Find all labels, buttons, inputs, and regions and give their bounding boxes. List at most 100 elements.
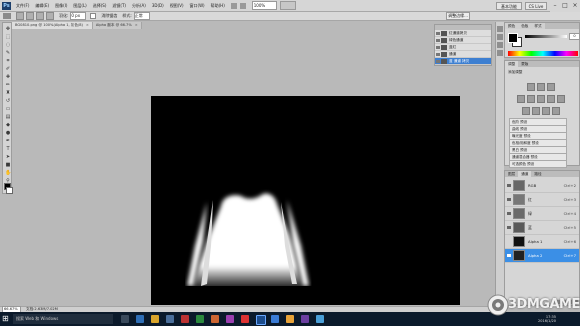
menu-select[interactable]: 选择(S) xyxy=(90,3,110,9)
visibility-eye-icon[interactable] xyxy=(507,240,511,243)
document-canvas[interactable] xyxy=(151,96,460,305)
edge-browser-icon[interactable] xyxy=(136,315,144,323)
tab-document-1[interactable]: BG0810.png @ 100%(Alpha 1, 灰色/8) × xyxy=(12,22,93,29)
visibility-eye-icon[interactable] xyxy=(507,254,511,257)
menu-layer[interactable]: 图层(L) xyxy=(70,3,89,9)
minimize-icon[interactable]: – xyxy=(550,0,560,12)
tab-channels[interactable]: 通道 xyxy=(518,171,532,177)
crop-tool-icon[interactable]: ⌗ xyxy=(5,58,11,64)
workspace-button[interactable]: 基本功能 xyxy=(496,2,522,10)
quick-select-tool-icon[interactable]: ✎ xyxy=(5,50,11,56)
list-item[interactable]: 红通道拷贝 xyxy=(435,30,491,37)
close-tab-icon[interactable]: × xyxy=(135,22,138,29)
menu-filter[interactable]: 滤镜(T) xyxy=(109,3,129,9)
tab-paths[interactable]: 路径 xyxy=(531,171,544,177)
history-panel-icon[interactable] xyxy=(497,26,503,32)
menu-file[interactable]: 文件(F) xyxy=(13,3,32,9)
task-view-icon[interactable] xyxy=(121,315,129,323)
tab-layers[interactable]: 图层 xyxy=(505,171,518,177)
tab-adjustments[interactable]: 调整 xyxy=(505,61,519,67)
antialias-checkbox[interactable] xyxy=(90,13,97,19)
feather-input[interactable]: 0 px xyxy=(70,12,87,20)
visibility-eye-icon[interactable] xyxy=(507,198,511,201)
tab-document-2[interactable]: Alpha 副本 @ 66.7% × xyxy=(92,22,142,29)
visibility-eye-icon[interactable] xyxy=(436,52,440,56)
intersect-selection-button[interactable] xyxy=(46,12,54,20)
menu-view[interactable]: 视图(V) xyxy=(167,3,187,9)
tab-styles[interactable]: 样式 xyxy=(531,23,545,29)
photoshop-taskbar-icon[interactable] xyxy=(256,315,266,325)
gradient-tool-icon[interactable]: ▤ xyxy=(5,114,11,120)
eraser-tool-icon[interactable]: ▭ xyxy=(5,106,11,112)
background-color-swatch[interactable] xyxy=(6,187,13,194)
actions-panel-icon[interactable] xyxy=(497,34,503,40)
marquee-tool-icon[interactable]: ⬚ xyxy=(5,34,11,40)
screen-mode-button[interactable] xyxy=(279,1,296,10)
windows-start-icon[interactable]: ⊞ xyxy=(2,315,10,323)
threshold-icon[interactable] xyxy=(542,107,550,115)
vibrance-icon[interactable] xyxy=(517,95,525,103)
gradient-map-icon[interactable] xyxy=(552,107,560,115)
add-selection-button[interactable] xyxy=(26,12,34,20)
healing-brush-icon[interactable]: ✚ xyxy=(5,74,11,80)
gray-slider[interactable] xyxy=(525,35,567,38)
history-brush-icon[interactable]: ↺ xyxy=(5,98,11,104)
black-white-icon[interactable] xyxy=(547,95,555,103)
minibridge-icon[interactable] xyxy=(239,2,246,9)
list-item-selected[interactable]: 蓝 通道 拷贝 xyxy=(435,58,491,65)
menu-edit[interactable]: 编辑(E) xyxy=(32,3,52,9)
color-balance-icon[interactable] xyxy=(537,95,545,103)
new-selection-button[interactable] xyxy=(16,12,24,20)
taskbar-search-input[interactable]: 搜索 Web 和 Windows xyxy=(13,314,113,324)
maximize-icon[interactable]: □ xyxy=(560,0,570,12)
character-panel-icon[interactable] xyxy=(497,42,503,48)
visibility-eye-icon[interactable] xyxy=(436,59,440,63)
close-icon[interactable]: × xyxy=(570,0,580,12)
blur-tool-icon[interactable]: ◆ xyxy=(5,122,11,128)
app-icon[interactable] xyxy=(181,315,189,323)
levels-icon[interactable] xyxy=(537,83,545,91)
paragraph-panel-icon[interactable] xyxy=(497,50,503,56)
channel-row[interactable]: RGB Ctrl+2 xyxy=(505,179,579,193)
pen-tool-icon[interactable]: ✒ xyxy=(5,138,11,144)
tab-color[interactable]: 颜色 xyxy=(505,23,519,29)
channel-row[interactable]: 绿 Ctrl+4 xyxy=(505,207,579,221)
cs-live-button[interactable]: CS Live xyxy=(525,2,547,10)
invert-icon[interactable] xyxy=(522,107,530,115)
hand-tool-icon[interactable]: ✋ xyxy=(5,170,11,176)
visibility-eye-icon[interactable] xyxy=(507,212,511,215)
channel-row[interactable]: 蓝 Ctrl+5 xyxy=(505,221,579,235)
channel-row[interactable]: 红 Ctrl+3 xyxy=(505,193,579,207)
lasso-tool-icon[interactable]: ◌ xyxy=(5,42,11,48)
app-icon[interactable] xyxy=(196,315,204,323)
app-icon[interactable] xyxy=(286,315,294,323)
type-tool-icon[interactable]: T xyxy=(5,146,11,152)
menu-image[interactable]: 图像(I) xyxy=(52,3,70,9)
photo-filter-icon[interactable] xyxy=(557,95,565,103)
app-icon[interactable] xyxy=(301,315,309,323)
app-icon[interactable] xyxy=(226,315,234,323)
app-icon[interactable] xyxy=(241,315,249,323)
channel-row-selected[interactable]: Alpha 2 Ctrl+7 xyxy=(505,249,579,263)
zoom-level-field[interactable]: 100% xyxy=(251,1,277,10)
channel-row[interactable]: Alpha 1 Ctrl+6 xyxy=(505,235,579,249)
move-tool-icon[interactable]: ✥ xyxy=(5,26,11,32)
app-icon[interactable] xyxy=(316,315,324,323)
menu-help[interactable]: 帮助(H) xyxy=(208,3,228,9)
list-item[interactable]: 绿色通道 xyxy=(435,37,491,44)
refine-edge-button[interactable]: 调整边缘... xyxy=(446,12,470,20)
app-icon[interactable] xyxy=(211,315,219,323)
gray-value-field[interactable]: 0 xyxy=(569,33,580,40)
shape-tool-icon[interactable]: ■ xyxy=(5,162,11,168)
tool-preset-picker[interactable] xyxy=(3,13,11,19)
eyedropper-tool-icon[interactable]: ✐ xyxy=(5,66,11,72)
visibility-eye-icon[interactable] xyxy=(507,184,511,187)
list-item[interactable]: 通道 xyxy=(435,51,491,58)
preset-item[interactable]: 可选颜色 预设 xyxy=(509,160,567,168)
store-icon[interactable] xyxy=(166,315,174,323)
brush-tool-icon[interactable]: ✏ xyxy=(5,82,11,88)
clone-stamp-icon[interactable]: ♜ xyxy=(5,90,11,96)
visibility-eye-icon[interactable] xyxy=(436,45,440,49)
color-spectrum-bar[interactable] xyxy=(508,51,578,56)
tab-masks[interactable]: 蒙版 xyxy=(518,61,531,67)
